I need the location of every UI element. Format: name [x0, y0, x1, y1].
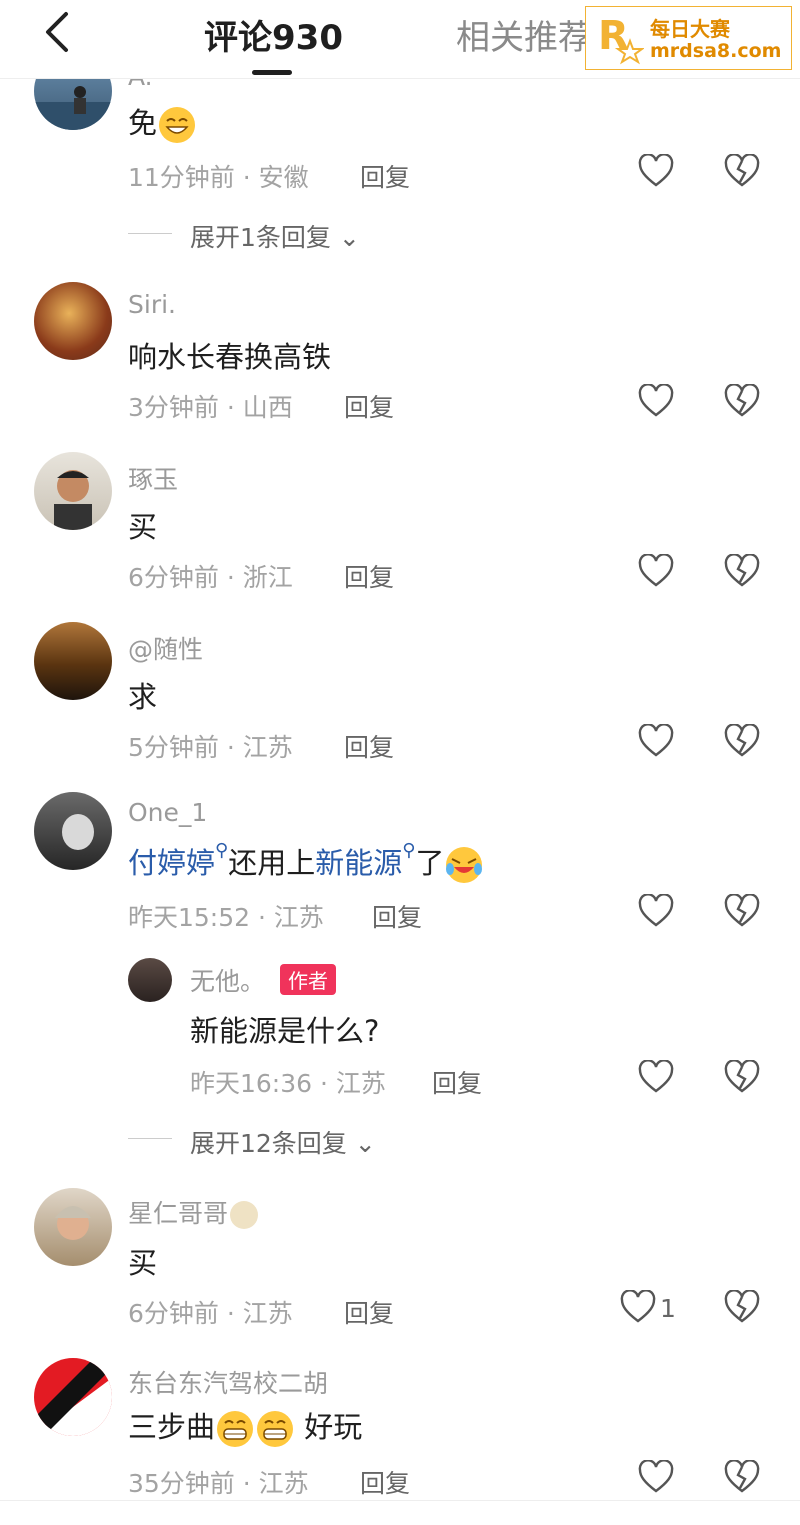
- chevron-down-icon: ⌄: [338, 223, 360, 252]
- avatar[interactable]: [128, 958, 172, 1002]
- topic-link[interactable]: 新能源: [315, 846, 402, 880]
- avatar[interactable]: [34, 1188, 112, 1266]
- reply-button[interactable]: 回复: [372, 898, 422, 934]
- dislike-broken-heart-icon[interactable]: [724, 554, 760, 588]
- timestamp-location: 昨天16:36 · 江苏: [190, 1069, 386, 1098]
- watermark-logo: R 每日大赛 mrdsa8.com: [585, 6, 792, 70]
- topic-link[interactable]: 付婷婷: [128, 846, 215, 880]
- back-arrow-icon[interactable]: [36, 8, 80, 56]
- like-heart-icon[interactable]: [638, 154, 674, 188]
- expand-replies-button[interactable]: 展开1条回复 ⌄: [190, 218, 360, 254]
- dislike-broken-heart-icon[interactable]: [724, 724, 760, 758]
- dislike-broken-heart-icon[interactable]: [724, 894, 760, 928]
- reply-button[interactable]: 回复: [360, 158, 410, 194]
- username[interactable]: 琢玉: [128, 460, 178, 496]
- dislike-broken-heart-icon[interactable]: [724, 1460, 760, 1494]
- comment-text: 买: [128, 510, 158, 544]
- avatar[interactable]: [34, 1358, 112, 1436]
- dislike-broken-heart-icon[interactable]: [724, 1060, 760, 1094]
- comment-text: 付婷婷⚲还用上新能源⚲了: [128, 840, 484, 885]
- search-icon: ⚲: [215, 840, 229, 861]
- like-heart-icon[interactable]: [638, 1060, 674, 1094]
- like-count: 1: [660, 1294, 676, 1323]
- like-heart-icon[interactable]: [638, 724, 674, 758]
- timestamp-location: 6分钟前 · 江苏: [128, 1299, 293, 1328]
- username[interactable]: One_1: [128, 798, 207, 827]
- username[interactable]: 东台东汽驾校二胡: [128, 1364, 328, 1400]
- grin-emoji-icon: [159, 107, 196, 143]
- reply-button[interactable]: 回复: [344, 558, 394, 594]
- username[interactable]: 星仁哥哥: [128, 1194, 259, 1230]
- reply-button[interactable]: 回复: [432, 1064, 482, 1100]
- like-heart-icon[interactable]: [638, 384, 674, 418]
- timestamp-location: 3分钟前 · 山西: [128, 393, 293, 422]
- like-heart-icon[interactable]: [638, 1460, 674, 1494]
- reply-button[interactable]: 回复: [344, 388, 394, 424]
- like-heart-icon[interactable]: [638, 554, 674, 588]
- comment-text: 新能源是什么?: [190, 1014, 380, 1048]
- laugh-cry-emoji-icon: [446, 847, 483, 883]
- comment-text: 求: [128, 680, 158, 714]
- tab-comments[interactable]: 评论930: [204, 10, 343, 59]
- avatar[interactable]: [34, 282, 112, 360]
- comment-text: 响水长春换高铁: [128, 340, 332, 374]
- author-badge: 作者: [280, 964, 336, 995]
- username[interactable]: 无他。: [190, 962, 265, 998]
- avatar[interactable]: [34, 792, 112, 870]
- search-icon: ⚲: [402, 840, 416, 861]
- watermark-title: 每日大赛: [650, 17, 730, 41]
- top-bar: 评论930 相关推荐 R 每日大赛 mrdsa8.com: [0, 0, 800, 79]
- dislike-broken-heart-icon[interactable]: [724, 384, 760, 418]
- divider: [128, 1138, 172, 1139]
- svg-text:R: R: [598, 13, 629, 59]
- active-tab-indicator: [252, 70, 292, 75]
- grimace-emoji-icon: [257, 1411, 294, 1447]
- watermark-star-icon: R: [598, 13, 644, 65]
- username[interactable]: @随性: [128, 630, 203, 666]
- comment-text: 买: [128, 1246, 158, 1280]
- dislike-broken-heart-icon[interactable]: [724, 154, 760, 188]
- username[interactable]: Siri.: [128, 290, 176, 319]
- timestamp-location: 35分钟前 · 江苏: [128, 1469, 309, 1498]
- like-heart-icon[interactable]: [638, 894, 674, 928]
- reply-button[interactable]: 回复: [360, 1464, 410, 1500]
- bottom-input-bar[interactable]: [0, 1500, 800, 1525]
- timestamp-location: 6分钟前 · 浙江: [128, 563, 293, 592]
- avatar[interactable]: [34, 622, 112, 700]
- expand-replies-button[interactable]: 展开12条回复 ⌄: [190, 1124, 376, 1160]
- grimace-emoji-icon: [217, 1411, 254, 1447]
- comment-text: 免: [128, 100, 197, 145]
- chevron-down-icon: ⌄: [354, 1129, 376, 1158]
- timestamp-location: 5分钟前 · 江苏: [128, 733, 293, 762]
- like-heart-icon[interactable]: [620, 1290, 656, 1324]
- dislike-broken-heart-icon[interactable]: [724, 1290, 760, 1324]
- timestamp-location: 昨天15:52 · 江苏: [128, 903, 324, 932]
- comment-text: 三步曲 好玩: [128, 1404, 362, 1449]
- emoji-icon: [230, 1201, 259, 1229]
- reply-button[interactable]: 回复: [344, 728, 394, 764]
- tab-related[interactable]: 相关推荐: [456, 10, 592, 59]
- watermark-url: mrdsa8.com: [650, 40, 782, 62]
- avatar[interactable]: [34, 452, 112, 530]
- reply-button[interactable]: 回复: [344, 1294, 394, 1330]
- timestamp-location: 11分钟前 · 安徽: [128, 163, 309, 192]
- divider: [128, 233, 172, 234]
